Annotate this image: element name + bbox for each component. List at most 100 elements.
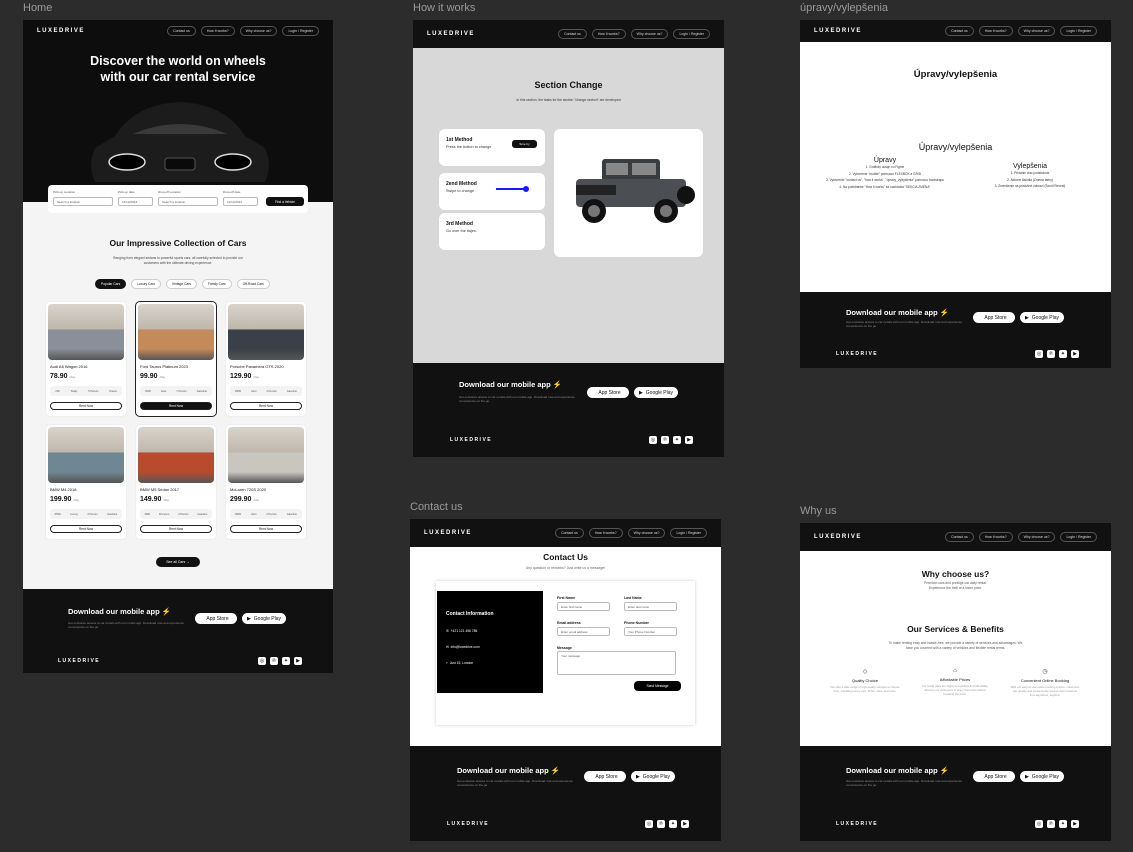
- nav-why[interactable]: Why choose us?: [627, 528, 666, 538]
- swipe-slider-handle[interactable]: [523, 186, 529, 192]
- car-card[interactable]: McLaren 720S 2020 299.90 /day RWD Auto 2 Per…: [225, 424, 307, 540]
- message-textarea[interactable]: Your message: [557, 651, 676, 675]
- nav-how[interactable]: How it works?: [200, 26, 235, 36]
- rent-now-button[interactable]: Rent Now: [230, 402, 302, 410]
- car-card[interactable]: BMW M4 2018 199.90 /day RWD Luxury 4 Person G…: [45, 424, 127, 540]
- nav-contact[interactable]: Contact us: [945, 26, 974, 36]
- pinterest-icon[interactable]: ℗: [661, 436, 669, 444]
- google-play-button[interactable]: ▶ Google Play: [634, 387, 678, 398]
- twitter-icon[interactable]: ✦: [282, 657, 290, 665]
- change-button[interactable]: Sme by: [512, 140, 537, 148]
- nav-login[interactable]: Login / Register: [670, 528, 707, 538]
- google-play-button[interactable]: ▶ Google Play: [1020, 312, 1064, 323]
- rent-now-button[interactable]: Rent Now: [50, 402, 122, 410]
- send-message-button[interactable]: Send Message: [634, 681, 681, 691]
- email-input[interactable]: Enter email address: [557, 627, 610, 636]
- nav-contact[interactable]: Contact us: [558, 29, 587, 39]
- swipe-slider-track[interactable]: [496, 188, 526, 190]
- car-card[interactable]: BMW M5 Sedan 2017 149.90 /day 4WD Premium 4 …: [135, 424, 217, 540]
- youtube-icon[interactable]: ▶: [294, 657, 302, 665]
- tab-family[interactable]: Family Cars: [202, 279, 232, 289]
- last-name-input[interactable]: Enter last name: [624, 602, 677, 611]
- nav-contact[interactable]: Contact us: [555, 528, 584, 538]
- nav-how[interactable]: How it works?: [588, 528, 623, 538]
- tab-offroad[interactable]: Off-Road Cars: [236, 279, 270, 289]
- nav-how[interactable]: How it works?: [978, 532, 1013, 542]
- pickup-input[interactable]: Search a location: [53, 197, 113, 206]
- google-play-button[interactable]: ▶ Google Play: [631, 771, 675, 782]
- nav-login[interactable]: Login / Register: [1060, 26, 1097, 36]
- instagram-icon[interactable]: ◎: [649, 436, 657, 444]
- car-price: 78.90 /day: [50, 373, 76, 380]
- nav-logo[interactable]: LUXEDRIVE: [814, 28, 862, 34]
- nav-how[interactable]: How it works?: [978, 26, 1013, 36]
- rent-now-button[interactable]: Rent Now: [140, 402, 212, 410]
- pickup-date-input[interactable]: 12/12/2024: [118, 197, 153, 206]
- footer-logo[interactable]: LUXEDRIVE: [58, 658, 100, 664]
- car-spec: 4WD: [144, 512, 151, 516]
- google-play-button[interactable]: ▶ Google Play: [242, 613, 286, 624]
- nav-logo[interactable]: LUXEDRIVE: [424, 530, 472, 536]
- app-store-button[interactable]: App Store: [973, 312, 1015, 323]
- nav-login[interactable]: Login / Register: [673, 29, 710, 39]
- car-spec: RWD: [54, 512, 61, 516]
- dropoff-input[interactable]: Search a location: [158, 197, 218, 206]
- app-store-button[interactable]: App Store: [587, 387, 629, 398]
- first-name-input[interactable]: Enter first name: [557, 602, 610, 611]
- nav-why[interactable]: Why choose us?: [1017, 532, 1056, 542]
- rent-now-button[interactable]: Rent Now: [140, 525, 212, 533]
- tab-luxury[interactable]: Luxury Cars: [131, 279, 162, 289]
- footer-logo[interactable]: LUXEDRIVE: [836, 821, 878, 827]
- nav-logo[interactable]: LUXEDRIVE: [814, 534, 862, 540]
- tab-popular[interactable]: Popular Cars: [95, 279, 127, 289]
- youtube-icon[interactable]: ▶: [1071, 350, 1079, 358]
- car-card[interactable]: Audi A6 Wagon 2016 78.90 /day 200 Today 5 Pe…: [45, 301, 127, 417]
- twitter-icon[interactable]: ✦: [673, 436, 681, 444]
- nav-how[interactable]: How it works?: [591, 29, 626, 39]
- pinterest-icon[interactable]: ℗: [657, 820, 665, 828]
- footer-logo[interactable]: LUXEDRIVE: [447, 821, 489, 827]
- clock-icon: ◷: [1042, 669, 1048, 675]
- rent-now-button[interactable]: Rent Now: [50, 525, 122, 533]
- why-title: Why choose us?: [921, 569, 990, 579]
- pinterest-icon[interactable]: ℗: [270, 657, 278, 665]
- youtube-icon[interactable]: ▶: [1071, 820, 1079, 828]
- see-all-cars-button[interactable]: See all Cars →: [156, 557, 200, 567]
- nav-logo[interactable]: LUXEDRIVE: [427, 31, 475, 37]
- twitter-icon[interactable]: ✦: [1059, 350, 1067, 358]
- footer-logo[interactable]: LUXEDRIVE: [450, 437, 492, 443]
- youtube-icon[interactable]: ▶: [681, 820, 689, 828]
- nav-why[interactable]: Why choose us?: [239, 26, 278, 36]
- nav-login[interactable]: Login / Register: [1060, 532, 1097, 542]
- youtube-icon[interactable]: ▶: [685, 436, 693, 444]
- dropoff-date-input[interactable]: 12/12/2024: [223, 197, 258, 206]
- twitter-icon[interactable]: ✦: [1059, 820, 1067, 828]
- nav-login[interactable]: Login / Register: [282, 26, 319, 36]
- find-vehicle-button[interactable]: Find a Vehicle: [266, 197, 304, 206]
- car-price: 299.90 /day: [230, 496, 260, 503]
- pinterest-icon[interactable]: ℗: [1047, 350, 1055, 358]
- app-store-button[interactable]: App Store: [973, 771, 1015, 782]
- nav-why[interactable]: Why choose us?: [630, 29, 669, 39]
- app-store-button[interactable]: App Store: [584, 771, 626, 782]
- tab-vintage[interactable]: Vintage Cars: [166, 279, 198, 289]
- pinterest-icon[interactable]: ℗: [1047, 820, 1055, 828]
- car-card[interactable]: Ford Taurus Platinum 2023 99.90 /day 4WD Au…: [135, 301, 217, 417]
- car-specs: 200 Today 5 Person Diesel: [50, 386, 122, 396]
- nav-why[interactable]: Why choose us?: [1017, 26, 1056, 36]
- footer-logo[interactable]: LUXEDRIVE: [836, 351, 878, 357]
- play-icon: ▶: [638, 389, 643, 396]
- twitter-icon[interactable]: ✦: [669, 820, 677, 828]
- phone-input[interactable]: Your Phone Number: [624, 627, 677, 636]
- instagram-icon[interactable]: ◎: [1035, 350, 1043, 358]
- instagram-icon[interactable]: ◎: [258, 657, 266, 665]
- nav-logo[interactable]: LUXEDRIVE: [37, 28, 85, 34]
- google-play-button[interactable]: ▶ Google Play: [1020, 771, 1064, 782]
- instagram-icon[interactable]: ◎: [1035, 820, 1043, 828]
- rent-now-button[interactable]: Rent Now: [230, 525, 302, 533]
- nav-contact[interactable]: Contact us: [945, 532, 974, 542]
- nav-contact[interactable]: Contact us: [167, 26, 196, 36]
- car-card[interactable]: Porsche Panamera GTS 2020 129.90 /day RWD A…: [225, 301, 307, 417]
- app-store-button[interactable]: App Store: [195, 613, 237, 624]
- instagram-icon[interactable]: ◎: [645, 820, 653, 828]
